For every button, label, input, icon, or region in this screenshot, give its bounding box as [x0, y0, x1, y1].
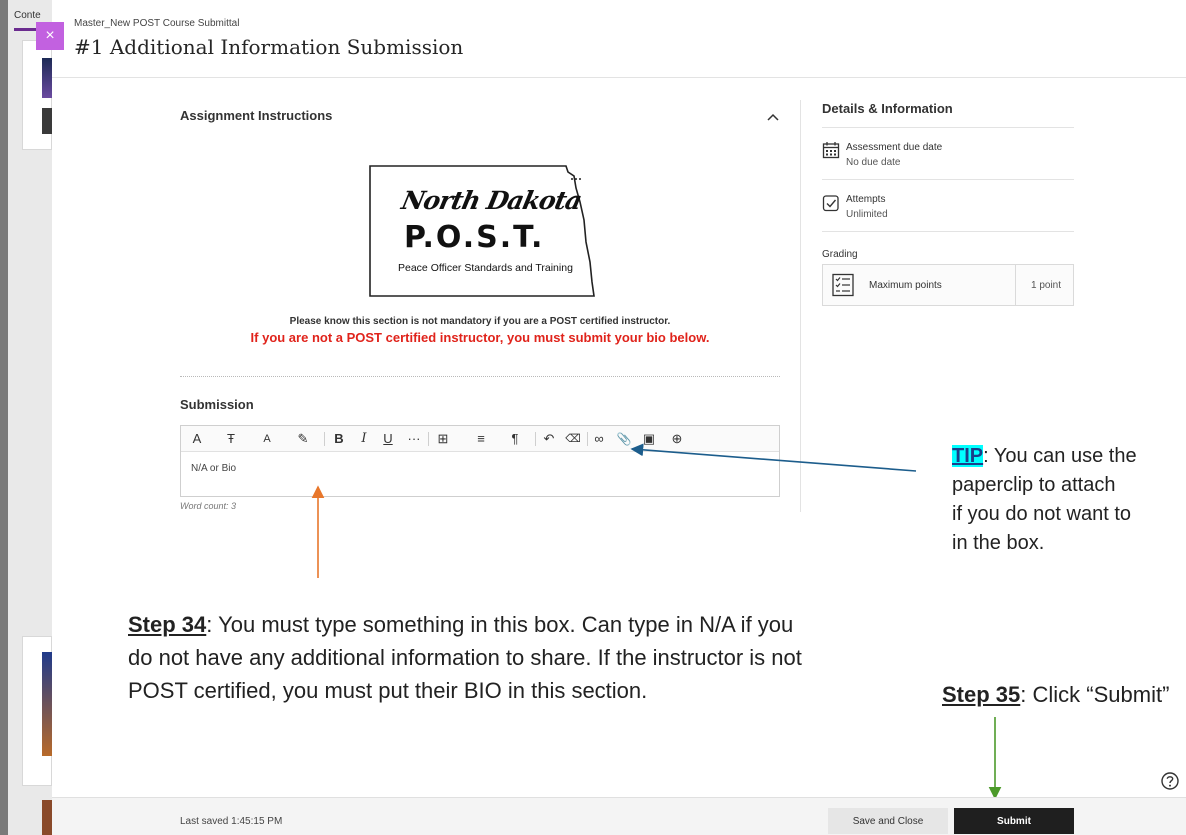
logo-acronym: P.O.S.T.: [404, 220, 545, 255]
submit-button[interactable]: Submit: [954, 808, 1074, 834]
step34-label: Step 34: [128, 612, 207, 637]
max-points-value: 1 point: [1030, 280, 1062, 291]
table-icon[interactable]: ⊞: [433, 430, 453, 448]
chevron-up-icon[interactable]: [764, 108, 782, 126]
paragraph-style-icon[interactable]: Ŧ: [221, 430, 241, 448]
calendar-icon: [822, 142, 840, 159]
tip-annotation: TIP: You can use the paperclip to attach…: [952, 442, 1186, 558]
submission-editor[interactable]: A Ŧ A ✎ B I U ··· ⊞ ≡ ¶ ↶ ⌫ ∞ 📎 ▣ ⊕ N/A …: [180, 425, 780, 497]
max-points-label: Maximum points: [869, 280, 942, 291]
insert-content-icon[interactable]: ⊕: [667, 430, 687, 448]
background-thumbnail: [42, 108, 52, 134]
background-thumbnail: [42, 58, 52, 98]
underline-icon[interactable]: U: [380, 430, 396, 448]
italic-icon[interactable]: I: [356, 430, 372, 448]
background-tab-content[interactable]: Conte: [14, 10, 41, 21]
step34-annotation: Step 34: You must type something in this…: [128, 608, 808, 707]
editor-toolbar: A Ŧ A ✎ B I U ··· ⊞ ≡ ¶ ↶ ⌫ ∞ 📎 ▣ ⊕: [181, 426, 779, 452]
rubric-list-icon: [832, 273, 854, 297]
word-count: Word count: 3: [180, 501, 237, 511]
close-button[interactable]: ×: [36, 22, 64, 50]
tip-text-line: in the box.: [952, 532, 1045, 554]
save-and-close-button[interactable]: Save and Close: [828, 808, 948, 834]
toolbar-separator: [324, 432, 325, 446]
font-size-icon[interactable]: A: [257, 430, 277, 448]
paragraph-format-icon[interactable]: ¶: [505, 430, 525, 448]
due-date-label: Assessment due date: [846, 142, 943, 153]
text-style-icon[interactable]: A: [187, 430, 207, 448]
tip-text-line: paperclip to attach: [952, 474, 1116, 496]
image-icon[interactable]: ▣: [641, 430, 657, 448]
background-thumbnail: [42, 800, 52, 835]
details-heading: Details & Information: [822, 101, 953, 116]
help-icon[interactable]: [1160, 771, 1180, 791]
grading-heading: Grading: [822, 249, 858, 260]
paperclip-icon[interactable]: 📎: [616, 430, 632, 448]
instructions-note: Please know this section is not mandator…: [289, 316, 671, 327]
toolbar-separator: [535, 432, 536, 446]
checkbox-icon: [822, 195, 839, 212]
background-thumbnail: [42, 652, 52, 756]
column-divider: [800, 100, 801, 512]
logo-state-text: North Dakota: [398, 186, 584, 215]
step34-text: : You must type something in this box. C…: [128, 612, 802, 703]
bold-icon[interactable]: B: [331, 430, 347, 448]
details-divider: [822, 127, 1074, 128]
highlight-icon[interactable]: ✎: [293, 430, 313, 448]
editor-content[interactable]: N/A or Bio: [191, 463, 236, 474]
tip-text-line: if you do not want to: [952, 503, 1132, 525]
toolbar-separator: [428, 432, 429, 446]
step35-label: Step 35: [942, 682, 1021, 707]
instructions-warning: If you are not a POST certified instruct…: [250, 330, 710, 345]
logo-full-name: Peace Officer Standards and Training: [398, 262, 573, 274]
grading-divider: [1015, 265, 1016, 305]
toolbar-separator: [587, 432, 588, 446]
page-title: #1 Additional Information Submission: [74, 35, 464, 59]
grading-row: Maximum points 1 point: [822, 264, 1074, 306]
step35-text: : Click “Submit”: [1020, 682, 1170, 707]
more-formatting-icon[interactable]: ···: [404, 430, 424, 448]
attempts-value: Unlimited: [846, 209, 888, 220]
link-icon[interactable]: ∞: [591, 430, 607, 448]
background-course-page: Conte: [0, 0, 52, 835]
background-edge: [0, 0, 8, 835]
details-divider: [822, 231, 1074, 232]
tip-text-line: : You can use the: [983, 445, 1137, 467]
submission-heading: Submission: [180, 397, 254, 412]
clear-format-icon[interactable]: ⌫: [565, 430, 581, 448]
post-logo: North Dakota P.O.S.T. Peace Officer Stan…: [360, 158, 600, 306]
breadcrumb: Master_New POST Course Submittal: [74, 18, 240, 29]
undo-icon[interactable]: ↶: [541, 430, 557, 448]
align-icon[interactable]: ≡: [471, 430, 491, 448]
header-divider: [52, 77, 1186, 78]
due-date-value: No due date: [846, 157, 901, 168]
step35-annotation: Step 35: Click “Submit”: [942, 680, 1186, 710]
tip-label: TIP: [952, 445, 984, 467]
section-divider: [180, 376, 780, 377]
details-divider: [822, 179, 1074, 180]
last-saved-status: Last saved 1:45:15 PM: [180, 816, 283, 827]
attempts-label: Attempts: [846, 194, 886, 205]
instructions-heading: Assignment Instructions: [180, 108, 333, 123]
